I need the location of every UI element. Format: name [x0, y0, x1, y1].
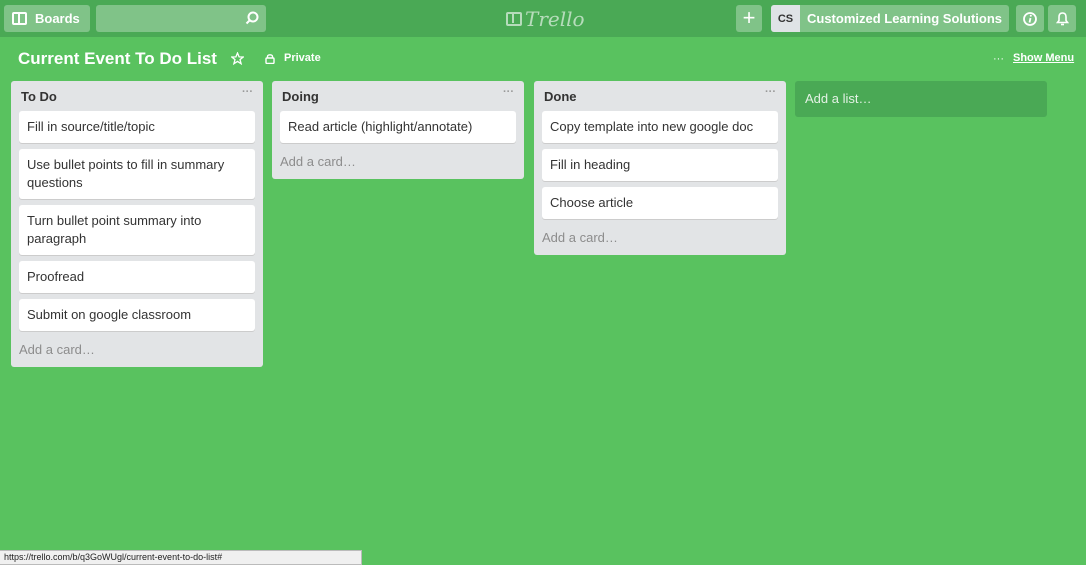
trello-logo-icon	[506, 11, 522, 26]
list-title[interactable]: Doing	[282, 89, 319, 104]
status-bar-url: https://trello.com/b/q3GoWUgl/current-ev…	[0, 550, 362, 565]
card[interactable]: Fill in heading	[542, 149, 778, 181]
info-button[interactable]	[1016, 5, 1044, 32]
avatar: CS	[771, 5, 800, 32]
list-menu-icon[interactable]: ···	[765, 86, 776, 98]
list-done: Done ··· Copy template into new google d…	[534, 81, 786, 255]
info-icon	[1023, 11, 1037, 26]
search-icon[interactable]	[245, 11, 259, 25]
trello-logo[interactable]: Trello	[506, 6, 585, 31]
card[interactable]: Submit on google classroom	[19, 299, 255, 331]
trello-logo-text: Trello	[525, 6, 585, 31]
account-name: Customized Learning Solutions	[807, 11, 1003, 26]
search-input[interactable]	[96, 5, 266, 32]
boards-button[interactable]: Boards	[4, 5, 90, 32]
bell-icon	[1055, 11, 1069, 25]
list-header[interactable]: Doing ···	[272, 81, 524, 111]
card[interactable]: Fill in source/title/topic	[19, 111, 255, 143]
visibility-label: Private	[284, 52, 321, 64]
search-box[interactable]	[96, 5, 266, 32]
card[interactable]: Copy template into new google doc	[542, 111, 778, 143]
list-to-do: To Do ··· Fill in source/title/topic Use…	[11, 81, 263, 367]
lock-icon	[265, 53, 275, 64]
card[interactable]: Turn bullet point summary into paragraph	[19, 205, 255, 255]
add-card-button[interactable]: Add a card…	[272, 149, 524, 171]
boards-label: Boards	[35, 11, 80, 26]
add-card-button[interactable]: Add a card…	[534, 225, 786, 247]
list-title[interactable]: To Do	[21, 89, 57, 104]
list-menu-icon[interactable]: ···	[503, 86, 514, 98]
card[interactable]: Read article (highlight/annotate)	[280, 111, 516, 143]
add-button[interactable]: +	[736, 5, 762, 32]
star-icon[interactable]	[231, 52, 244, 65]
add-card-button[interactable]: Add a card…	[11, 337, 263, 359]
list-doing: Doing ··· Read article (highlight/annota…	[272, 81, 524, 179]
card[interactable]: Use bullet points to fill in summary que…	[19, 149, 255, 199]
boards-icon	[12, 12, 27, 25]
board-title[interactable]: Current Event To Do List	[18, 49, 217, 69]
card[interactable]: Proofread	[19, 261, 255, 293]
list-header[interactable]: Done ···	[534, 81, 786, 111]
visibility-button[interactable]: Private	[265, 52, 321, 64]
list-menu-icon[interactable]: ···	[242, 86, 253, 98]
add-list-button[interactable]: Add a list…	[795, 81, 1047, 117]
show-menu-link[interactable]: Show Menu	[1013, 52, 1074, 64]
top-header: Boards Trello + CS Customized Learning S…	[0, 0, 1086, 37]
menu-dots-icon[interactable]: ···	[993, 53, 1004, 65]
account-button[interactable]: CS Customized Learning Solutions	[771, 5, 1009, 32]
notifications-button[interactable]	[1048, 5, 1076, 32]
list-header[interactable]: To Do ···	[11, 81, 263, 111]
card[interactable]: Choose article	[542, 187, 778, 219]
list-title[interactable]: Done	[544, 89, 577, 104]
